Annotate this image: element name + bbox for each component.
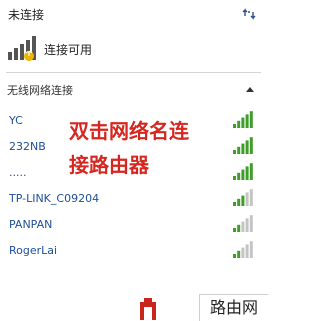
- instruction-annotation: 双击网络名连 接路由器: [69, 114, 239, 182]
- section-title: 无线网络连接: [7, 84, 73, 97]
- signal-strength-icon: [233, 215, 253, 232]
- signal-bar: [241, 221, 245, 232]
- logo-mark-icon: [140, 298, 156, 320]
- signal-bar: [233, 254, 236, 258]
- signal-bar: [245, 140, 249, 154]
- network-name: TP-LINK_C09204: [9, 192, 100, 205]
- network-name: PANPAN: [9, 218, 53, 231]
- signal-bar: [249, 215, 253, 232]
- header-title: 未连接: [8, 8, 45, 22]
- signal-bar: [233, 202, 236, 206]
- signal-bar: [237, 224, 241, 232]
- status-label: 连接可用: [44, 43, 93, 57]
- annotation-line1: 双击网络名连: [69, 119, 189, 143]
- wireless-available-icon: [8, 36, 36, 61]
- network-item[interactable]: RogerLai: [0, 238, 267, 264]
- signal-bar: [233, 228, 236, 232]
- signal-bar: [237, 198, 241, 206]
- signal-bar: [237, 250, 241, 258]
- network-item[interactable]: TP-LINK_C09204: [0, 186, 267, 212]
- divider: [6, 72, 261, 73]
- signal-strength-icon: [233, 241, 253, 258]
- signal-bar: [249, 111, 253, 128]
- signal-bar: [245, 218, 249, 232]
- annotation-line2: 接路由器: [69, 153, 149, 177]
- watermark: 路由网: [199, 294, 268, 321]
- signal-bar: [241, 117, 245, 128]
- signal-bar: [249, 137, 253, 154]
- signal-bar: [249, 241, 253, 258]
- signal-bar: [241, 143, 245, 154]
- signal-bar: [245, 114, 249, 128]
- collapse-up-icon[interactable]: [246, 87, 254, 92]
- network-item[interactable]: PANPAN: [0, 212, 267, 238]
- signal-bar: [241, 195, 245, 206]
- network-name: .....: [9, 166, 27, 179]
- network-name: RogerLai: [9, 244, 58, 257]
- network-name: 232NB: [9, 140, 46, 153]
- signal-strength-icon: [233, 189, 253, 206]
- signal-bar: [245, 166, 249, 180]
- signal-bar: [241, 169, 245, 180]
- signal-bar: [245, 192, 249, 206]
- signal-bar: [249, 189, 253, 206]
- signal-bar: [249, 163, 253, 180]
- signal-bar: [241, 247, 245, 258]
- signal-bar: [245, 244, 249, 258]
- refresh-network-icon[interactable]: [242, 7, 258, 21]
- network-name: YC: [9, 114, 23, 127]
